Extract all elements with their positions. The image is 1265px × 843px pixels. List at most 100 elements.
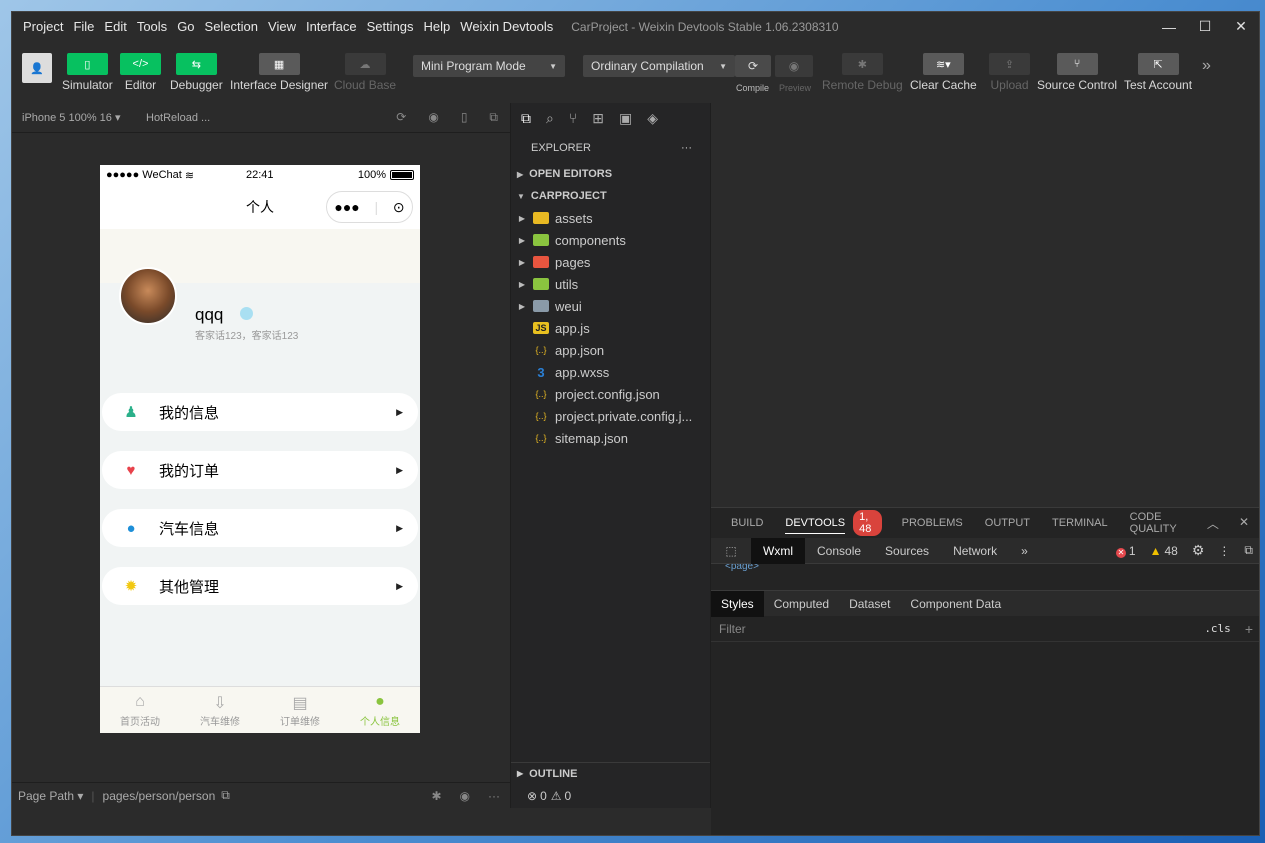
- tab-network[interactable]: Network: [941, 538, 1009, 564]
- eye-icon[interactable]: ◉: [460, 789, 470, 803]
- clear-cache-button[interactable]: ≋▾ Clear Cache: [910, 53, 977, 92]
- source-control-icon[interactable]: ⑂: [569, 110, 577, 126]
- tab-build[interactable]: BUILD: [731, 517, 763, 529]
- chevron-up-icon[interactable]: ︿: [1207, 515, 1219, 532]
- refresh-icon[interactable]: ⟳: [396, 110, 406, 125]
- tree-item-app-js[interactable]: JS app.js: [511, 317, 710, 339]
- tab-sources[interactable]: Sources: [873, 538, 941, 564]
- cls-toggle[interactable]: .cls: [1204, 622, 1245, 635]
- project-section[interactable]: ▼ CARPROJECT: [511, 185, 710, 207]
- tree-item-assets[interactable]: ▶ assets: [511, 207, 710, 229]
- undock-icon[interactable]: ⧉: [1244, 543, 1253, 558]
- tab-console[interactable]: Console: [805, 538, 873, 564]
- extensions-icon[interactable]: ⊞: [592, 110, 604, 127]
- page-path-select[interactable]: Page Path ▾: [18, 789, 83, 803]
- menu-tools[interactable]: Tools: [137, 19, 167, 34]
- tree-item-pages[interactable]: ▶ pages: [511, 251, 710, 273]
- avatar[interactable]: 👤: [22, 53, 52, 83]
- tab-problems[interactable]: PROBLEMS: [902, 517, 963, 529]
- tab-personal-info[interactable]: ● 个人信息: [340, 687, 420, 733]
- kebab-menu-icon[interactable]: ⋮: [1218, 544, 1230, 558]
- device-select[interactable]: iPhone 5 100% 16 ▾: [12, 111, 136, 124]
- tab-home[interactable]: ⌂ 首页活动: [100, 687, 180, 733]
- cloud-base-button[interactable]: ☁ Cloud Base: [334, 53, 396, 92]
- upload-button[interactable]: ⇪ Upload: [989, 53, 1030, 92]
- save-icon[interactable]: ▣: [619, 110, 632, 127]
- tab-dataset[interactable]: Dataset: [839, 591, 900, 617]
- compile-select[interactable]: Ordinary Compilation ▼: [583, 55, 735, 77]
- maximize-icon[interactable]: ☐: [1187, 12, 1223, 41]
- double-chevron-right-icon[interactable]: »: [1009, 538, 1040, 564]
- compile-button[interactable]: ⟳: [735, 55, 771, 77]
- debugger-button[interactable]: ⇆ Debugger: [170, 53, 223, 92]
- tab-computed[interactable]: Computed: [764, 591, 839, 617]
- minimize-icon[interactable]: —: [1151, 12, 1187, 41]
- tab-component-data[interactable]: Component Data: [900, 591, 1011, 617]
- source-control-button[interactable]: ⑂ Source Control: [1037, 53, 1117, 92]
- tree-item-app-wxss[interactable]: 3 app.wxss: [511, 361, 710, 383]
- bug-icon[interactable]: ✱: [431, 789, 441, 803]
- more-toolbar-button[interactable]: »: [1202, 57, 1211, 75]
- test-account-button[interactable]: ⇱ Test Account: [1124, 53, 1192, 92]
- hotreload-toggle[interactable]: HotReload ...: [136, 112, 236, 124]
- open-editors-section[interactable]: ▶ OPEN EDITORS: [511, 163, 710, 185]
- tree-item-app-json[interactable]: {..} app.json: [511, 339, 710, 361]
- more-icon[interactable]: ···: [681, 142, 710, 154]
- menu-project[interactable]: Project: [23, 19, 63, 34]
- tree-item-components[interactable]: ▶ components: [511, 229, 710, 251]
- menu-settings[interactable]: Settings: [367, 19, 414, 34]
- outline-section[interactable]: ▶ OUTLINE: [511, 762, 710, 784]
- tree-item-weui[interactable]: ▶ weui: [511, 295, 710, 317]
- tab-order-repair[interactable]: ▤ 订单维修: [260, 687, 340, 733]
- menu-view[interactable]: View: [268, 19, 296, 34]
- tab-output[interactable]: OUTPUT: [985, 517, 1030, 529]
- preview-button[interactable]: ◉: [775, 55, 813, 77]
- avatar[interactable]: [119, 267, 177, 325]
- menu-item-my-info[interactable]: ♟ 我的信息 ▶: [102, 393, 418, 431]
- tab-code-quality[interactable]: CODE QUALITY: [1130, 511, 1185, 535]
- plus-icon[interactable]: +: [1245, 621, 1259, 637]
- mode-select[interactable]: Mini Program Mode ▼: [413, 55, 565, 77]
- tab-devtools[interactable]: DEVTOOLS: [785, 517, 846, 534]
- tree-item-project-private-config[interactable]: {..} project.private.config.j...: [511, 405, 710, 427]
- remote-debug-button[interactable]: ✱ Remote Debug: [822, 53, 903, 92]
- search-icon[interactable]: ⌕: [546, 110, 554, 127]
- menu-item-car-info[interactable]: ● 汽车信息 ▶: [102, 509, 418, 547]
- docker-icon[interactable]: ◈: [647, 110, 658, 127]
- menu-go[interactable]: Go: [177, 19, 194, 34]
- close-target-icon[interactable]: ⊙: [393, 199, 405, 216]
- tree-item-project-config[interactable]: {..} project.config.json: [511, 383, 710, 405]
- menu-item-my-orders[interactable]: ♥ 我的订单 ▶: [102, 451, 418, 489]
- phone-rotate-icon[interactable]: ▯: [461, 110, 468, 125]
- menu-selection[interactable]: Selection: [205, 19, 258, 34]
- close-icon[interactable]: ✕: [1223, 12, 1259, 41]
- more-dots-icon[interactable]: ●●●: [334, 199, 359, 215]
- more-icon[interactable]: ···: [488, 789, 500, 803]
- menu-file[interactable]: File: [73, 19, 94, 34]
- tab-styles[interactable]: Styles: [711, 590, 764, 617]
- gear-icon[interactable]: ⚙: [1192, 542, 1205, 559]
- warning-count-button[interactable]: ▲ 48: [1150, 544, 1178, 558]
- files-icon[interactable]: ⧉: [521, 110, 531, 127]
- menu-weixin-devtools[interactable]: Weixin Devtools: [460, 19, 553, 34]
- inspect-icon[interactable]: ⬚: [711, 544, 751, 558]
- close-icon[interactable]: ✕: [1239, 515, 1249, 532]
- error-count-button[interactable]: ✕ 1: [1115, 544, 1136, 558]
- detach-window-icon[interactable]: ⧉: [489, 110, 498, 125]
- menu-interface[interactable]: Interface: [306, 19, 357, 34]
- filter-input[interactable]: Filter: [719, 622, 746, 636]
- tab-wxml[interactable]: Wxml: [751, 537, 805, 564]
- dom-tree[interactable]: <page>: [711, 564, 1259, 574]
- menu-help[interactable]: Help: [424, 19, 451, 34]
- menu-edit[interactable]: Edit: [104, 19, 126, 34]
- simulator-button[interactable]: ▯ Simulator: [62, 53, 113, 92]
- editor-button[interactable]: </> Editor: [120, 53, 161, 92]
- tree-item-sitemap[interactable]: {..} sitemap.json: [511, 427, 710, 449]
- menu-item-other-management[interactable]: ✹ 其他管理 ▶: [102, 567, 418, 605]
- copy-icon[interactable]: ⧉: [221, 788, 230, 803]
- stop-icon[interactable]: ◉: [428, 110, 438, 125]
- interface-designer-button[interactable]: ▦ Interface Designer: [230, 53, 328, 92]
- tab-terminal[interactable]: TERMINAL: [1052, 517, 1108, 529]
- tab-car-repair[interactable]: ⇩ 汽车维修: [180, 687, 260, 733]
- tree-item-utils[interactable]: ▶ utils: [511, 273, 710, 295]
